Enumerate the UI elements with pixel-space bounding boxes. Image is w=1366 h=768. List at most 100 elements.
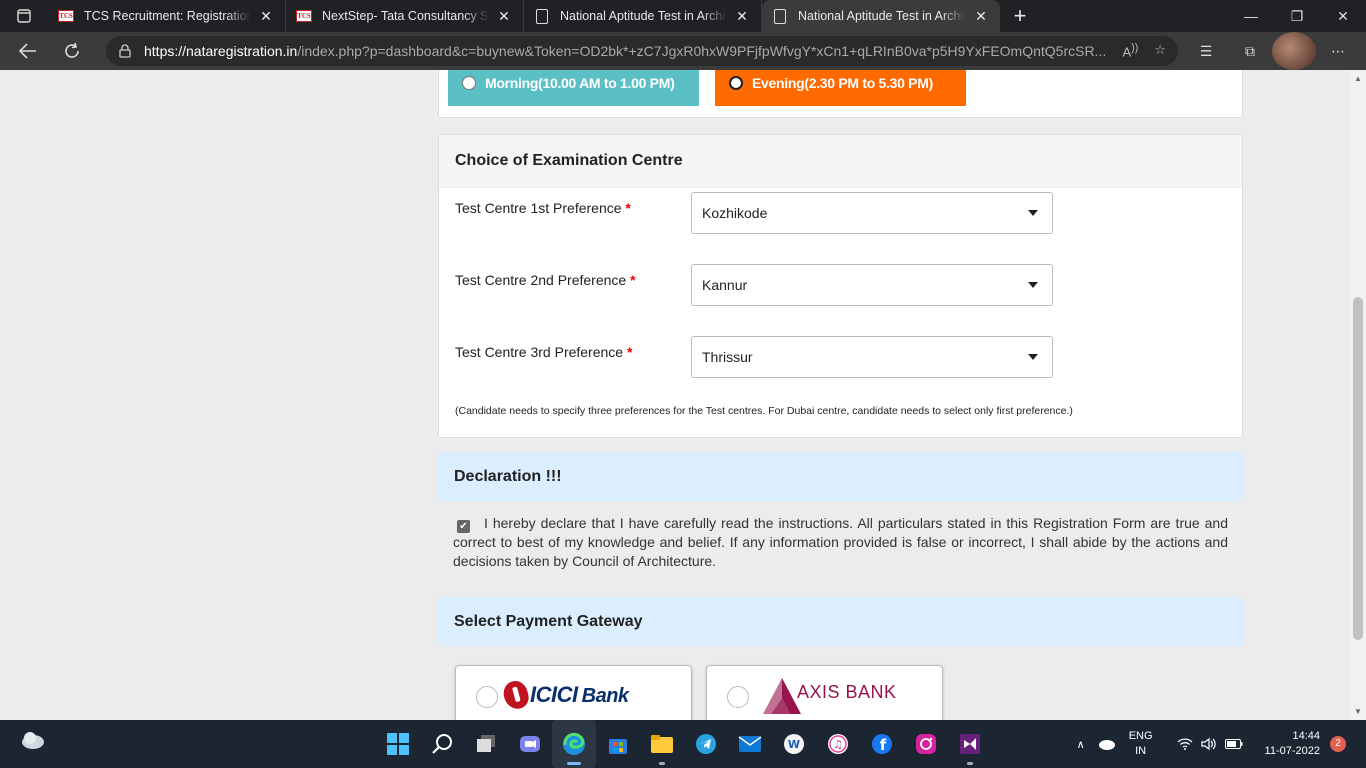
teams-chat-button[interactable] bbox=[508, 720, 552, 768]
tab-nata-1[interactable]: National Aptitude Test in Archite ✕ bbox=[524, 0, 762, 32]
refresh-button[interactable] bbox=[50, 32, 94, 70]
task-view-button[interactable] bbox=[464, 720, 508, 768]
taskbar-clock[interactable]: 14:44 11-07-2022 bbox=[1265, 729, 1320, 759]
close-icon[interactable]: ✕ bbox=[972, 8, 990, 25]
close-window-button[interactable]: ✕ bbox=[1320, 0, 1366, 32]
restore-button[interactable]: ❐ bbox=[1274, 0, 1320, 32]
axis-gateway-radio[interactable] bbox=[727, 686, 749, 708]
telegram-icon bbox=[696, 734, 716, 754]
chevron-up-icon[interactable]: ∧ bbox=[1077, 738, 1085, 751]
chevron-down-icon bbox=[1028, 282, 1038, 288]
axis-logo: AXIS BANK bbox=[763, 678, 897, 714]
minimize-button[interactable]: — bbox=[1228, 0, 1274, 32]
address-bar[interactable]: https://nataregistration.in/index.php?p=… bbox=[106, 36, 1178, 66]
task-view-icon bbox=[477, 735, 495, 752]
telegram-button[interactable] bbox=[684, 720, 728, 768]
preference-label: Test Centre 1st Preference * bbox=[455, 200, 631, 216]
facebook-button[interactable]: f bbox=[860, 720, 904, 768]
evening-shift-radio[interactable] bbox=[729, 76, 743, 90]
windows-taskbar: W ♫ f ∧ ENG IN 14:44 11-07-2022 2 bbox=[0, 720, 1366, 768]
start-button[interactable] bbox=[376, 720, 420, 768]
itunes-button[interactable]: ♫ bbox=[816, 720, 860, 768]
declaration-text: I hereby declare that I have carefully r… bbox=[453, 515, 1228, 569]
read-aloud-icon[interactable]: A)) bbox=[1122, 42, 1138, 59]
file-explorer-button[interactable] bbox=[640, 720, 684, 768]
store-icon bbox=[609, 739, 627, 754]
notification-badge[interactable]: 2 bbox=[1330, 736, 1346, 752]
battery-icon[interactable] bbox=[1224, 739, 1243, 749]
icici-logo: ICICI Bank bbox=[500, 678, 629, 712]
tcs-favicon-icon: TCS bbox=[58, 10, 74, 22]
collections-icon[interactable]: ⧉ bbox=[1228, 32, 1272, 70]
back-arrow-icon bbox=[19, 43, 36, 59]
morning-shift-option[interactable]: Morning(10.00 AM to 1.00 PM) bbox=[448, 70, 699, 106]
url-text[interactable]: https://nataregistration.in/index.php?p=… bbox=[144, 43, 1122, 59]
profile-button[interactable] bbox=[1272, 32, 1316, 70]
page-icon bbox=[534, 8, 550, 24]
exam-centre-heading: Choice of Examination Centre bbox=[439, 135, 1242, 188]
language-indicator[interactable]: ENG IN bbox=[1129, 729, 1153, 759]
url-path: /index.php?p=dashboard&c=buynew&Token=OD… bbox=[297, 43, 1107, 59]
clock-date: 11-07-2022 bbox=[1264, 745, 1320, 757]
facebook-icon: f bbox=[872, 734, 892, 754]
instagram-button[interactable] bbox=[904, 720, 948, 768]
volume-icon[interactable] bbox=[1200, 737, 1217, 751]
new-tab-button[interactable]: + bbox=[1000, 3, 1040, 29]
centre-2-select[interactable]: Kannur bbox=[691, 264, 1053, 306]
page-scrollbar[interactable]: ▲ ▼ bbox=[1350, 70, 1366, 720]
scrollbar-thumb[interactable] bbox=[1353, 297, 1363, 640]
preference-label: Test Centre 2nd Preference * bbox=[455, 272, 636, 288]
page-viewport: Morning(10.00 AM to 1.00 PM) Evening(2.3… bbox=[0, 70, 1350, 720]
preference-label: Test Centre 3rd Preference * bbox=[455, 344, 633, 360]
tab-actions-button[interactable] bbox=[0, 0, 48, 32]
icici-gateway-radio[interactable] bbox=[476, 686, 498, 708]
wifi-icon[interactable] bbox=[1177, 738, 1193, 750]
tab-tcs-recruitment[interactable]: TCS TCS Recruitment: Registrations O ✕ bbox=[48, 0, 286, 32]
tab-title: TCS Recruitment: Registrations O bbox=[84, 9, 251, 23]
centre-3-value: Thrissur bbox=[702, 349, 753, 365]
exam-shift-card: Morning(10.00 AM to 1.00 PM) Evening(2.3… bbox=[438, 70, 1243, 118]
visual-studio-button[interactable] bbox=[948, 720, 992, 768]
required-mark: * bbox=[626, 344, 633, 360]
icici-gateway-option[interactable]: ICICI Bank bbox=[455, 665, 692, 720]
search-button[interactable] bbox=[420, 720, 464, 768]
scroll-down-icon[interactable]: ▼ bbox=[1350, 707, 1366, 716]
declaration-heading: Declaration !!! bbox=[438, 452, 1243, 501]
browser-toolbar: https://nataregistration.in/index.php?p=… bbox=[0, 32, 1366, 70]
store-button[interactable] bbox=[596, 720, 640, 768]
page-icon bbox=[772, 8, 788, 24]
weather-icon[interactable] bbox=[20, 730, 46, 750]
centre-3-select[interactable]: Thrissur bbox=[691, 336, 1053, 378]
word-app-button[interactable]: W bbox=[772, 720, 816, 768]
close-icon[interactable]: ✕ bbox=[257, 8, 275, 25]
close-icon[interactable]: ✕ bbox=[495, 8, 513, 25]
onedrive-icon[interactable] bbox=[1097, 738, 1115, 750]
more-menu-icon[interactable]: ⋯ bbox=[1316, 32, 1360, 70]
evening-shift-option[interactable]: Evening(2.30 PM to 5.30 PM) bbox=[715, 70, 966, 106]
favorites-icon[interactable]: ☰ bbox=[1184, 32, 1228, 70]
axis-gateway-option[interactable]: AXIS BANK bbox=[706, 665, 943, 720]
scroll-up-icon[interactable]: ▲ bbox=[1350, 74, 1366, 83]
centre-1-select[interactable]: Kozhikode bbox=[691, 192, 1053, 234]
tab-title: NextStep- Tata Consultancy Servi bbox=[322, 9, 489, 23]
tab-actions-icon bbox=[17, 9, 31, 23]
declaration-checkbox[interactable]: ✔ bbox=[457, 520, 470, 533]
add-favorite-icon[interactable]: ☆ bbox=[1154, 42, 1166, 59]
morning-shift-label: Morning(10.00 AM to 1.00 PM) bbox=[485, 75, 675, 91]
chevron-down-icon bbox=[1028, 210, 1038, 216]
evening-shift-label: Evening(2.30 PM to 5.30 PM) bbox=[752, 75, 933, 91]
svg-text:♫: ♫ bbox=[833, 738, 843, 751]
tab-nata-active[interactable]: National Aptitude Test in Archite ✕ bbox=[762, 0, 1000, 32]
morning-shift-radio[interactable] bbox=[462, 76, 476, 90]
centre-2-value: Kannur bbox=[702, 277, 748, 293]
edge-taskbar-button[interactable] bbox=[552, 720, 596, 768]
tab-nextstep[interactable]: TCS NextStep- Tata Consultancy Servi ✕ bbox=[286, 0, 524, 32]
exam-centre-card: Choice of Examination Centre Test Centre… bbox=[438, 134, 1243, 438]
close-icon[interactable]: ✕ bbox=[733, 8, 751, 25]
back-button[interactable] bbox=[6, 32, 50, 70]
mail-button[interactable] bbox=[728, 720, 772, 768]
svg-text:W: W bbox=[788, 738, 800, 751]
lock-icon[interactable] bbox=[118, 44, 132, 58]
chevron-down-icon bbox=[1028, 354, 1038, 360]
windows-logo-icon bbox=[387, 733, 409, 755]
